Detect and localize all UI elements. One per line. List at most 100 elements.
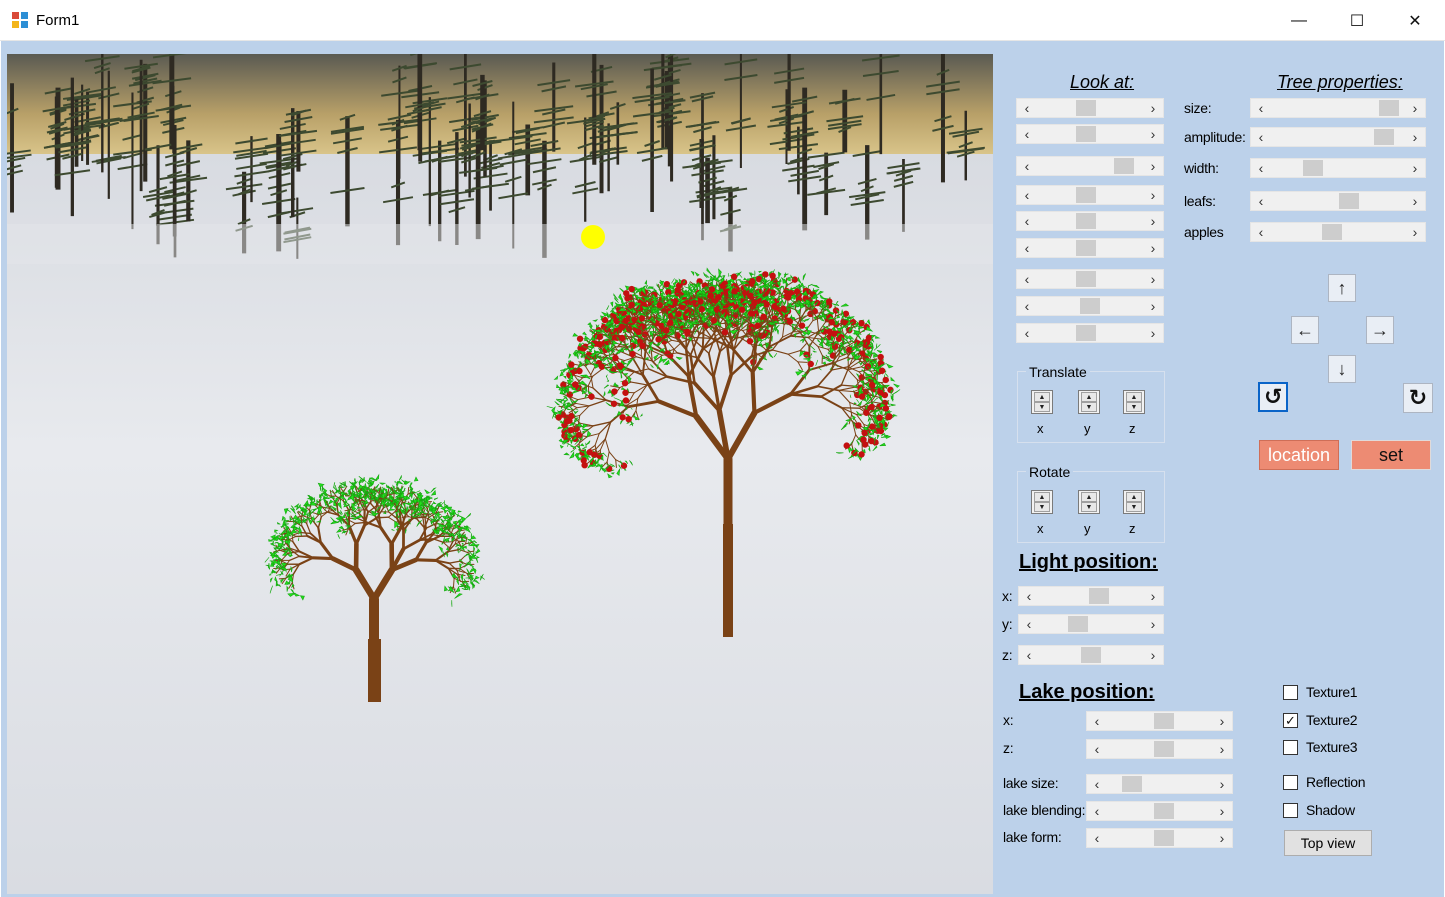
rotate-z-spinner[interactable]: ▲ ▼ — [1123, 490, 1145, 514]
scroll-thumb[interactable] — [1068, 616, 1088, 632]
scroll-left-icon[interactable]: ‹ — [1018, 125, 1036, 143]
scroll-left-icon[interactable]: ‹ — [1018, 99, 1036, 117]
lake-slider-4[interactable]: ‹ › — [1086, 801, 1233, 821]
scroll-left-icon[interactable]: ‹ — [1018, 270, 1036, 288]
scroll-left-icon[interactable]: ‹ — [1252, 223, 1270, 241]
scroll-left-icon[interactable]: ‹ — [1018, 297, 1036, 315]
light-slider-1[interactable]: ‹ › — [1018, 586, 1164, 606]
scroll-left-icon[interactable]: ‹ — [1088, 829, 1106, 847]
scroll-right-icon[interactable]: › — [1144, 646, 1162, 664]
scroll-thumb[interactable] — [1076, 213, 1096, 229]
scroll-right-icon[interactable]: › — [1144, 239, 1162, 257]
scroll-right-icon[interactable]: › — [1144, 212, 1162, 230]
scroll-thumb[interactable] — [1089, 588, 1109, 604]
scroll-thumb[interactable] — [1154, 803, 1174, 819]
scroll-thumb[interactable] — [1322, 224, 1342, 240]
scroll-left-icon[interactable]: ‹ — [1088, 712, 1106, 730]
rotate-left-button[interactable]: ↻ — [1258, 382, 1288, 412]
spinner-up-icon[interactable]: ▲ — [1034, 392, 1050, 402]
scroll-right-icon[interactable]: › — [1144, 125, 1162, 143]
scroll-right-icon[interactable]: › — [1144, 157, 1162, 175]
lake-slider-2[interactable]: ‹ › — [1086, 739, 1233, 759]
spinner-down-icon[interactable]: ▼ — [1081, 402, 1097, 412]
close-button[interactable]: ✕ — [1386, 0, 1444, 41]
scroll-right-icon[interactable]: › — [1406, 128, 1424, 146]
scroll-right-icon[interactable]: › — [1213, 740, 1231, 758]
look-at-slider-3[interactable]: ‹ › — [1016, 156, 1164, 176]
tree-prop-slider-5[interactable]: ‹ › — [1250, 222, 1426, 242]
scroll-thumb[interactable] — [1122, 776, 1142, 792]
scroll-left-icon[interactable]: ‹ — [1252, 159, 1270, 177]
spinner-down-icon[interactable]: ▼ — [1126, 502, 1142, 512]
look-at-slider-1[interactable]: ‹ › — [1016, 98, 1164, 118]
scroll-right-icon[interactable]: › — [1144, 587, 1162, 605]
scroll-thumb[interactable] — [1080, 298, 1100, 314]
tree-prop-slider-3[interactable]: ‹ › — [1250, 158, 1426, 178]
scroll-thumb[interactable] — [1154, 713, 1174, 729]
look-at-slider-4[interactable]: ‹ › — [1016, 185, 1164, 205]
spinner-up-icon[interactable]: ▲ — [1034, 492, 1050, 502]
scroll-right-icon[interactable]: › — [1144, 615, 1162, 633]
scroll-left-icon[interactable]: ‹ — [1088, 775, 1106, 793]
rotate-y-spinner[interactable]: ▲ ▼ — [1078, 490, 1100, 514]
look-at-slider-6[interactable]: ‹ › — [1016, 238, 1164, 258]
spinner-down-icon[interactable]: ▼ — [1034, 502, 1050, 512]
spinner-up-icon[interactable]: ▲ — [1081, 492, 1097, 502]
scroll-thumb[interactable] — [1154, 741, 1174, 757]
spinner-up-icon[interactable]: ▲ — [1081, 392, 1097, 402]
scroll-right-icon[interactable]: › — [1144, 99, 1162, 117]
scroll-left-icon[interactable]: ‹ — [1018, 212, 1036, 230]
scroll-left-icon[interactable]: ‹ — [1252, 128, 1270, 146]
move-right-button[interactable]: → — [1366, 316, 1394, 344]
spinner-up-icon[interactable]: ▲ — [1126, 392, 1142, 402]
scroll-left-icon[interactable]: ‹ — [1018, 157, 1036, 175]
scroll-thumb[interactable] — [1379, 100, 1399, 116]
option-checkbox[interactable]: ✓ — [1283, 713, 1298, 728]
scroll-right-icon[interactable]: › — [1406, 159, 1424, 177]
translate-z-spinner[interactable]: ▲ ▼ — [1123, 390, 1145, 414]
option-checkbox[interactable] — [1283, 803, 1298, 818]
light-slider-3[interactable]: ‹ › — [1018, 645, 1164, 665]
translate-y-spinner[interactable]: ▲ ▼ — [1078, 390, 1100, 414]
translate-x-spinner[interactable]: ▲ ▼ — [1031, 390, 1053, 414]
look-at-slider-2[interactable]: ‹ › — [1016, 124, 1164, 144]
light-slider-2[interactable]: ‹ › — [1018, 614, 1164, 634]
top-view-button[interactable]: Top view — [1284, 830, 1372, 856]
scroll-thumb[interactable] — [1076, 271, 1096, 287]
spinner-up-icon[interactable]: ▲ — [1126, 492, 1142, 502]
lake-slider-1[interactable]: ‹ › — [1086, 711, 1233, 731]
scroll-thumb[interactable] — [1374, 129, 1394, 145]
lake-slider-3[interactable]: ‹ › — [1086, 774, 1233, 794]
tree-prop-slider-2[interactable]: ‹ › — [1250, 127, 1426, 147]
option-checkbox[interactable] — [1283, 740, 1298, 755]
scroll-left-icon[interactable]: ‹ — [1088, 740, 1106, 758]
scroll-left-icon[interactable]: ‹ — [1088, 802, 1106, 820]
look-at-slider-9[interactable]: ‹ › — [1016, 323, 1164, 343]
tree-prop-slider-4[interactable]: ‹ › — [1250, 191, 1426, 211]
look-at-slider-8[interactable]: ‹ › — [1016, 296, 1164, 316]
scroll-thumb[interactable] — [1303, 160, 1323, 176]
move-left-button[interactable]: ← — [1291, 316, 1319, 344]
move-up-button[interactable]: ↑ — [1328, 274, 1356, 302]
scroll-right-icon[interactable]: › — [1213, 802, 1231, 820]
scroll-right-icon[interactable]: › — [1144, 270, 1162, 288]
scroll-left-icon[interactable]: ‹ — [1018, 186, 1036, 204]
scroll-thumb[interactable] — [1076, 100, 1096, 116]
scroll-thumb[interactable] — [1114, 158, 1134, 174]
scroll-left-icon[interactable]: ‹ — [1018, 239, 1036, 257]
rotate-right-button[interactable]: ↻ — [1403, 383, 1433, 413]
scroll-left-icon[interactable]: ‹ — [1252, 192, 1270, 210]
set-button[interactable]: set — [1351, 440, 1431, 470]
light-sun[interactable] — [581, 225, 605, 249]
option-checkbox[interactable] — [1283, 775, 1298, 790]
minimize-button[interactable]: — — [1270, 0, 1328, 41]
scroll-right-icon[interactable]: › — [1144, 324, 1162, 342]
scroll-thumb[interactable] — [1154, 830, 1174, 846]
lake-slider-5[interactable]: ‹ › — [1086, 828, 1233, 848]
tree-prop-slider-1[interactable]: ‹ › — [1250, 98, 1426, 118]
scroll-left-icon[interactable]: ‹ — [1020, 587, 1038, 605]
scroll-right-icon[interactable]: › — [1406, 223, 1424, 241]
scroll-left-icon[interactable]: ‹ — [1020, 615, 1038, 633]
scroll-thumb[interactable] — [1076, 240, 1096, 256]
scroll-thumb[interactable] — [1081, 647, 1101, 663]
